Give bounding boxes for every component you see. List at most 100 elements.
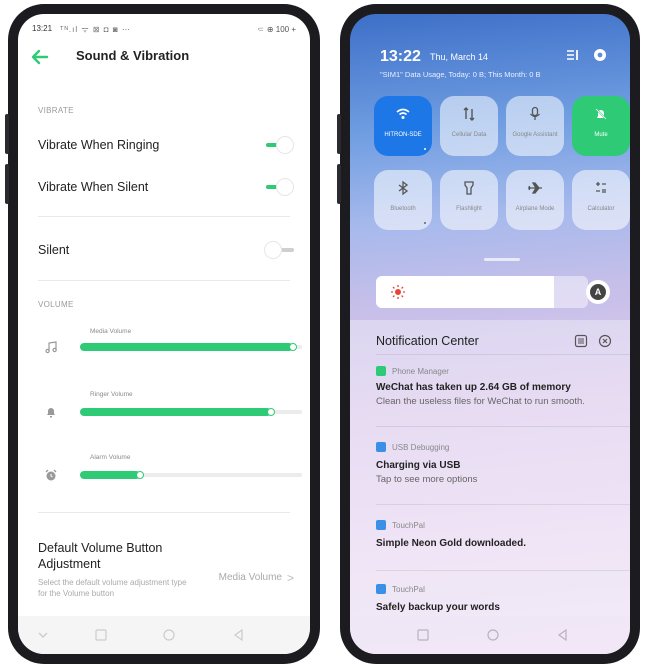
slider-thumb[interactable] (289, 343, 298, 351)
vibrate-section-label: VIBRATE (38, 106, 74, 115)
phone-manager-icon (376, 366, 386, 376)
bell-icon (47, 408, 55, 418)
default-volume-button-title: Default Volume Button Adjustment (38, 541, 163, 571)
touchpal-icon (376, 584, 386, 594)
header: Sound & Vibration (30, 44, 298, 72)
toggle-knob (276, 136, 294, 154)
data-usage-text: "SIM1" Data Usage, Today: 0 B; This Mont… (380, 70, 541, 79)
music-note-icon (45, 341, 57, 354)
drag-handle[interactable] (484, 258, 520, 261)
divider (376, 426, 630, 427)
page-title: Sound & Vibration (76, 48, 190, 63)
calculator-icon (596, 182, 606, 193)
tile-label: Mute (594, 132, 608, 138)
tile-label: Bluetooth (390, 206, 416, 212)
silent-label: Silent (38, 243, 70, 257)
auto-brightness-label: A (590, 284, 606, 300)
slider-thumb[interactable] (266, 408, 275, 416)
tile-google-assistant[interactable]: Google Assistant (506, 96, 564, 156)
default-volume-button-description: Select the default volume adjustment typ… (38, 578, 187, 598)
tile-label: HITRON-SDE (384, 132, 422, 138)
divider (38, 512, 290, 513)
flashlight-icon (464, 181, 474, 195)
tile-flashlight[interactable]: Flashlight (440, 170, 498, 230)
notification-body: Clean the useless files for WeChat to ru… (376, 396, 585, 407)
tile-calculator[interactable]: Calculator (572, 170, 630, 230)
tile-label: Airplane Mode (515, 206, 555, 212)
microphone-icon (530, 106, 540, 120)
recent-apps-icon[interactable] (416, 628, 430, 642)
tile-label: Calculator (587, 206, 615, 212)
divider (38, 280, 290, 281)
slider-fill (80, 408, 271, 416)
notification-app: Phone Manager (392, 367, 449, 376)
volume-section-label: VOLUME (38, 300, 74, 309)
divider (376, 570, 630, 571)
vibrate-when-ringing-label: Vibrate When Ringing (38, 138, 160, 152)
status-bar: 13:21 ᵀᴺ.ıl ᯤ ⊠ ◘ ◙ ⋯ ⸦ ⊕ 100 + (32, 22, 296, 36)
brightness-slider[interactable] (376, 276, 588, 308)
vibrate-when-ringing-toggle[interactable] (264, 136, 294, 154)
mute-bell-icon (595, 108, 607, 120)
volume-button (5, 164, 9, 204)
alarm-volume-slider[interactable] (80, 468, 302, 482)
phone-right: 13:22 Thu, March 14 "SIM1" Data Usage, T… (337, 4, 640, 664)
notification-app: TouchPal (392, 585, 425, 594)
tile-bluetooth[interactable]: Bluetooth (374, 170, 432, 230)
alarm-clock-icon (45, 469, 57, 481)
wifi-icon (396, 108, 410, 119)
slider-thumb[interactable] (135, 471, 144, 479)
divider (376, 354, 630, 355)
clock-time: 13:22 (380, 48, 421, 65)
sound-vibration-screen: 13:21 ᵀᴺ.ıl ᯤ ⊠ ◘ ◙ ⋯ ⸦ ⊕ 100 + Sound & … (18, 14, 310, 654)
airplane-icon (528, 182, 542, 194)
back-triangle-icon[interactable] (232, 628, 246, 642)
media-volume-label: Media Volume (90, 328, 132, 335)
notification-title: WeChat has taken up 2.64 GB of memory (376, 382, 571, 393)
auto-brightness-button[interactable]: A (586, 280, 610, 304)
tile-label: Google Assistant (512, 132, 558, 138)
clear-all-icon[interactable] (598, 334, 612, 348)
tile-airplane-mode[interactable]: Airplane Mode (506, 170, 564, 230)
expand-dot-icon (424, 222, 426, 224)
home-icon[interactable] (162, 628, 176, 642)
silent-toggle[interactable] (264, 241, 294, 259)
notification-title: Simple Neon Gold downloaded. (376, 538, 527, 549)
recent-apps-icon[interactable] (94, 628, 108, 642)
slider-fill (80, 471, 140, 479)
chevron-right-icon: > (286, 571, 294, 585)
sun-icon (391, 285, 405, 299)
bluetooth-icon (398, 180, 409, 196)
divider (38, 216, 290, 217)
status-icons: ᵀᴺ.ıl ᯤ ⊠ ◘ ◙ ⋯ (60, 25, 131, 34)
media-volume-slider[interactable] (80, 340, 302, 354)
back-arrow-icon[interactable] (30, 48, 50, 66)
clock-date: Thu, March 14 (430, 52, 489, 62)
toggle-knob (276, 178, 294, 196)
control-center-screen: 13:22 Thu, March 14 "SIM1" Data Usage, T… (350, 14, 630, 654)
volume-button (337, 114, 341, 154)
volume-button (5, 114, 9, 154)
tile-cellular-data[interactable]: Cellular Data (440, 96, 498, 156)
notification-title: Safely backup your words (376, 602, 500, 613)
navigation-bar (18, 616, 310, 654)
notification-settings-icon[interactable] (574, 334, 588, 348)
volume-button (337, 164, 341, 204)
ringer-volume-slider[interactable] (80, 405, 302, 419)
home-icon[interactable] (486, 628, 500, 642)
tile-wifi[interactable]: HITRON-SDE (374, 96, 432, 156)
usb-debugging-icon (376, 442, 386, 452)
vibrate-when-silent-toggle[interactable] (264, 178, 294, 196)
notification-center-title: Notification Center (376, 334, 479, 348)
navigation-bar (350, 616, 630, 654)
hide-nav-chevron-icon[interactable] (36, 628, 50, 642)
touchpal-icon (376, 520, 386, 530)
back-triangle-icon[interactable] (556, 628, 570, 642)
expand-dot-icon (424, 148, 426, 150)
notification-title: Charging via USB (376, 460, 461, 471)
edit-tiles-icon[interactable] (566, 48, 580, 62)
tile-mute[interactable]: Mute (572, 96, 630, 156)
settings-gear-icon[interactable] (592, 47, 608, 63)
alarm-volume-label: Alarm Volume (90, 454, 131, 461)
ringer-volume-label: Ringer Volume (90, 391, 133, 398)
